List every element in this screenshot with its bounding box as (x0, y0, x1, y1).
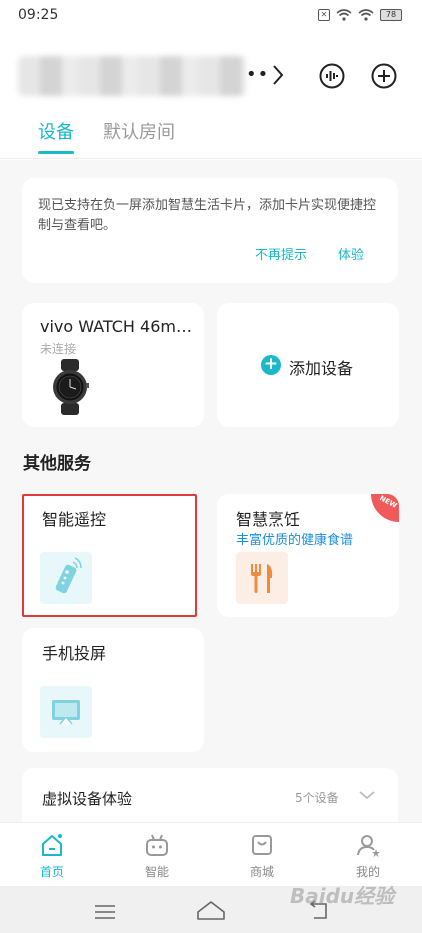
wifi-icon (336, 9, 352, 21)
add-device-label: 添加设备 (289, 359, 354, 378)
watch-image (53, 359, 89, 415)
virtual-devices-card[interactable]: 虚拟设备体验 5个设备 (22, 768, 398, 828)
tip-card: 现已支持在负一屏添加智慧生活卡片，添加卡片实现便捷控制与查看吧。 不再提示 体验 (22, 178, 398, 283)
watermark: Baidu经验 (290, 884, 395, 908)
shop-icon (252, 835, 272, 855)
home-name-blurred[interactable] (18, 56, 246, 96)
nav-item-mall[interactable]: 商城 (232, 823, 292, 887)
screen-cast-icon (40, 686, 92, 738)
add-device-plus-icon: + (261, 355, 281, 375)
sim-icon: ✕ (318, 9, 330, 21)
nav-label: 我的 (355, 865, 380, 879)
nav-label: 商城 (249, 865, 274, 879)
fork-knife-icon (236, 552, 288, 604)
virtual-devices-title: 虚拟设备体验 (42, 790, 133, 808)
battery-icon: 78 (380, 9, 402, 21)
tab-active-indicator (38, 151, 74, 154)
add-icon[interactable] (370, 62, 398, 90)
nav-item-smart[interactable]: 智能 (127, 823, 187, 887)
try-link[interactable]: 体验 (338, 244, 364, 263)
nav-item-home[interactable]: 首页 (22, 823, 82, 887)
chevron-right-icon[interactable] (270, 62, 286, 88)
tip-text: 现已支持在负一屏添加智慧生活卡片，添加卡片实现便捷控制与查看吧。 (38, 198, 377, 233)
service-card-smart-cooking[interactable]: 智慧烹饪 丰富优质的健康食谱 NEW (217, 494, 399, 617)
home-icon (42, 834, 62, 856)
highlight-box (22, 494, 197, 617)
menu-icon[interactable] (94, 904, 116, 920)
section-title-other-services: 其他服务 (23, 454, 91, 474)
divider (0, 158, 422, 159)
device-card-watch[interactable]: vivo WATCH 46m… 未连接 (22, 303, 204, 427)
home-name-dots: •• (246, 64, 270, 85)
virtual-devices-count: 5个设备 (295, 791, 339, 805)
nav-label: 首页 (39, 865, 64, 879)
device-name: vivo WATCH 46m… (40, 317, 192, 336)
nav-item-mine[interactable]: 我的 (338, 823, 398, 887)
tab-default-room[interactable]: 默认房间 (103, 118, 175, 144)
wifi-icon-2 (358, 9, 374, 21)
robot-icon (146, 834, 168, 856)
voice-assistant-icon[interactable] (318, 62, 346, 90)
chevron-down-icon[interactable] (358, 788, 376, 802)
add-device-card[interactable]: + 添加设备 (217, 303, 399, 427)
status-icons: ✕ 78 (318, 9, 402, 21)
system-home-icon[interactable] (196, 899, 226, 921)
user-icon (357, 835, 380, 857)
status-time: 09:25 (18, 7, 59, 23)
service-card-screen-cast[interactable]: 手机投屏 (22, 628, 204, 752)
dont-show-again-link[interactable]: 不再提示 (255, 244, 307, 263)
service-title: 智慧烹饪 (236, 510, 301, 529)
bottom-nav: 首页 智能 商城 我的 (0, 822, 422, 886)
service-subtitle: 丰富优质的健康食谱 (236, 533, 354, 548)
tab-devices[interactable]: 设备 (38, 118, 74, 144)
device-status: 未连接 (40, 342, 77, 356)
nav-label: 智能 (144, 865, 169, 879)
service-title: 手机投屏 (42, 644, 107, 663)
